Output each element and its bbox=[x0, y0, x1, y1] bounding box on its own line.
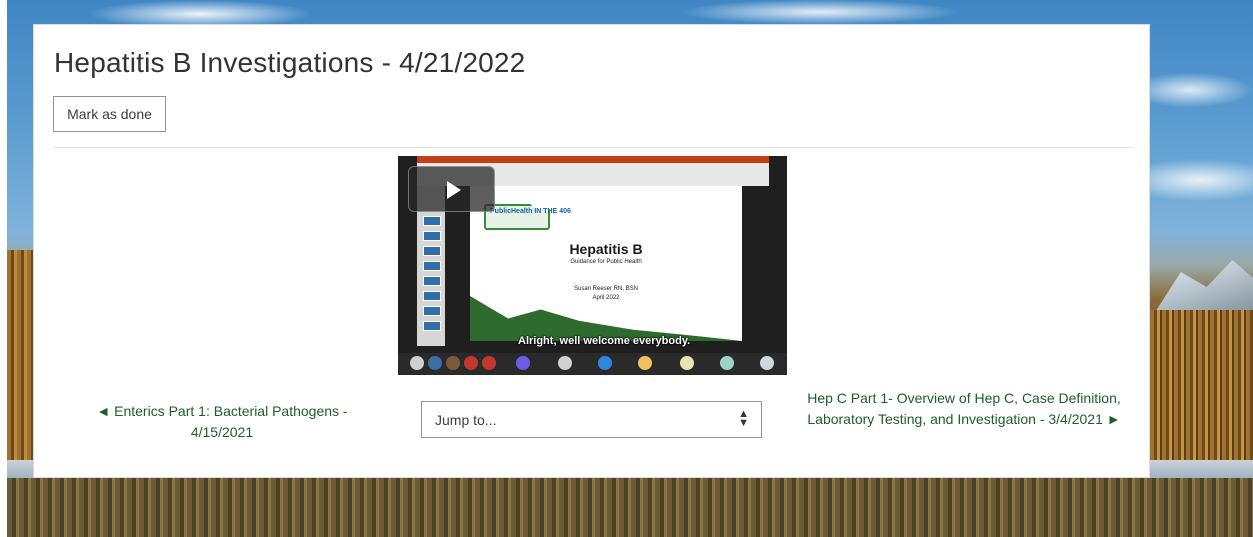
public-health-logo-text: PublicHealth IN THE 406 bbox=[490, 208, 571, 215]
slide-thumbnail bbox=[423, 216, 441, 226]
slide-thumbnail bbox=[423, 246, 441, 256]
participant-avatar bbox=[482, 356, 496, 370]
jump-to-label: Jump to... bbox=[435, 412, 497, 428]
slide-date: April 2022 bbox=[592, 295, 620, 301]
select-caret-icon: ▲ ▼ bbox=[738, 408, 749, 429]
slide-thumbnail bbox=[423, 261, 441, 271]
slide-thumbnail bbox=[423, 321, 441, 331]
participant-avatar bbox=[446, 356, 460, 370]
participant-avatar bbox=[410, 356, 424, 370]
participant-avatar bbox=[638, 356, 652, 370]
previous-activity-link[interactable]: ◄ Enterics Part 1: Bacterial Pathogens -… bbox=[82, 401, 362, 443]
slide-title: Hepatitis B bbox=[569, 241, 643, 257]
left-edge bbox=[0, 0, 7, 537]
page-title: Hepatitis B Investigations - 4/21/2022 bbox=[54, 47, 526, 78]
participant-avatar bbox=[428, 356, 442, 370]
slide-author: Susan Reeser RN, BSN bbox=[573, 286, 639, 292]
background-forest-right bbox=[1150, 310, 1253, 460]
slide-thumbnail bbox=[423, 306, 441, 316]
play-icon bbox=[447, 181, 461, 199]
slide-thumbnail bbox=[423, 276, 441, 286]
activity-card: Hepatitis B Investigations - 4/21/2022 M… bbox=[33, 24, 1150, 478]
video-player[interactable]: PublicHealth IN THE 406 Hepatitis B Guid… bbox=[398, 156, 787, 375]
background-forest-left bbox=[7, 250, 33, 460]
participant-avatar bbox=[720, 356, 734, 370]
ppt-titlebar bbox=[417, 156, 769, 163]
video-slide: PublicHealth IN THE 406 Hepatitis B Guid… bbox=[470, 186, 742, 341]
play-button[interactable] bbox=[408, 166, 495, 212]
next-activity-link[interactable]: Hep C Part 1- Overview of Hep C, Case De… bbox=[799, 388, 1129, 430]
participant-avatar bbox=[760, 356, 774, 370]
participant-avatar bbox=[680, 356, 694, 370]
slide-thumbnail bbox=[423, 231, 441, 241]
jump-to-select[interactable]: Jump to... ▲ ▼ bbox=[421, 401, 762, 438]
divider bbox=[54, 147, 1132, 148]
participant-avatar bbox=[464, 356, 478, 370]
participant-avatar bbox=[516, 356, 530, 370]
background-lake bbox=[7, 478, 1253, 537]
participant-avatar bbox=[598, 356, 612, 370]
slide-thumbnail bbox=[423, 291, 441, 301]
slide-subtitle: Guidance for Public Health bbox=[570, 259, 642, 265]
participant-avatar bbox=[558, 356, 572, 370]
video-caption: Alright, well welcome everybody. bbox=[518, 335, 691, 347]
mark-as-done-button[interactable]: Mark as done bbox=[53, 96, 166, 132]
